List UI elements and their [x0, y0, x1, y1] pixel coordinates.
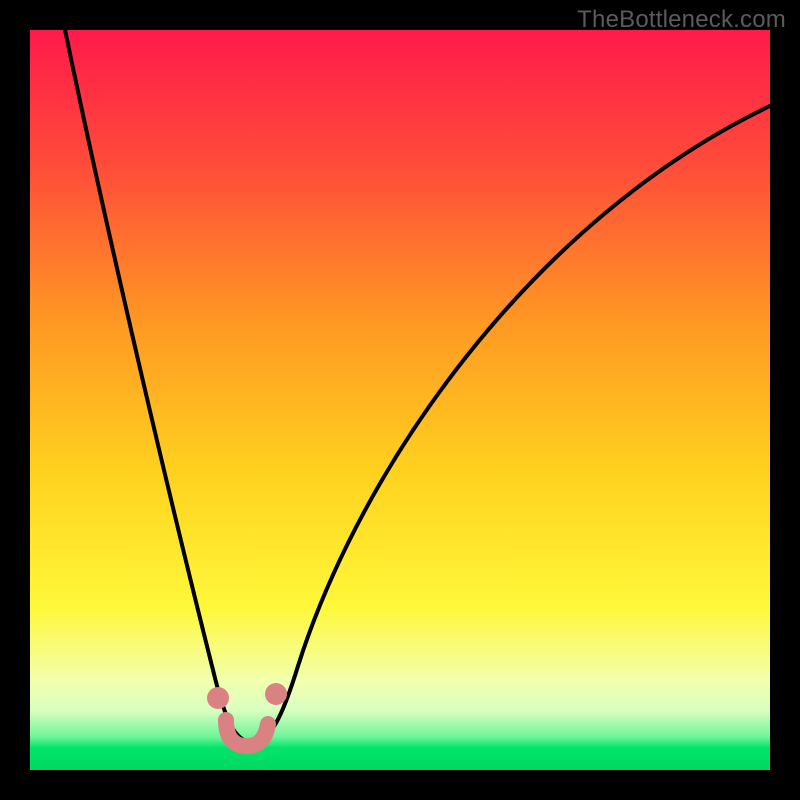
left-marker: [207, 687, 229, 709]
plot-area: [30, 30, 770, 770]
valley-marker: [226, 720, 268, 746]
right-marker: [265, 683, 287, 705]
valley-marker-group: [226, 720, 268, 746]
markers: [30, 30, 770, 770]
chart-frame: TheBottleneck.com: [0, 0, 800, 800]
